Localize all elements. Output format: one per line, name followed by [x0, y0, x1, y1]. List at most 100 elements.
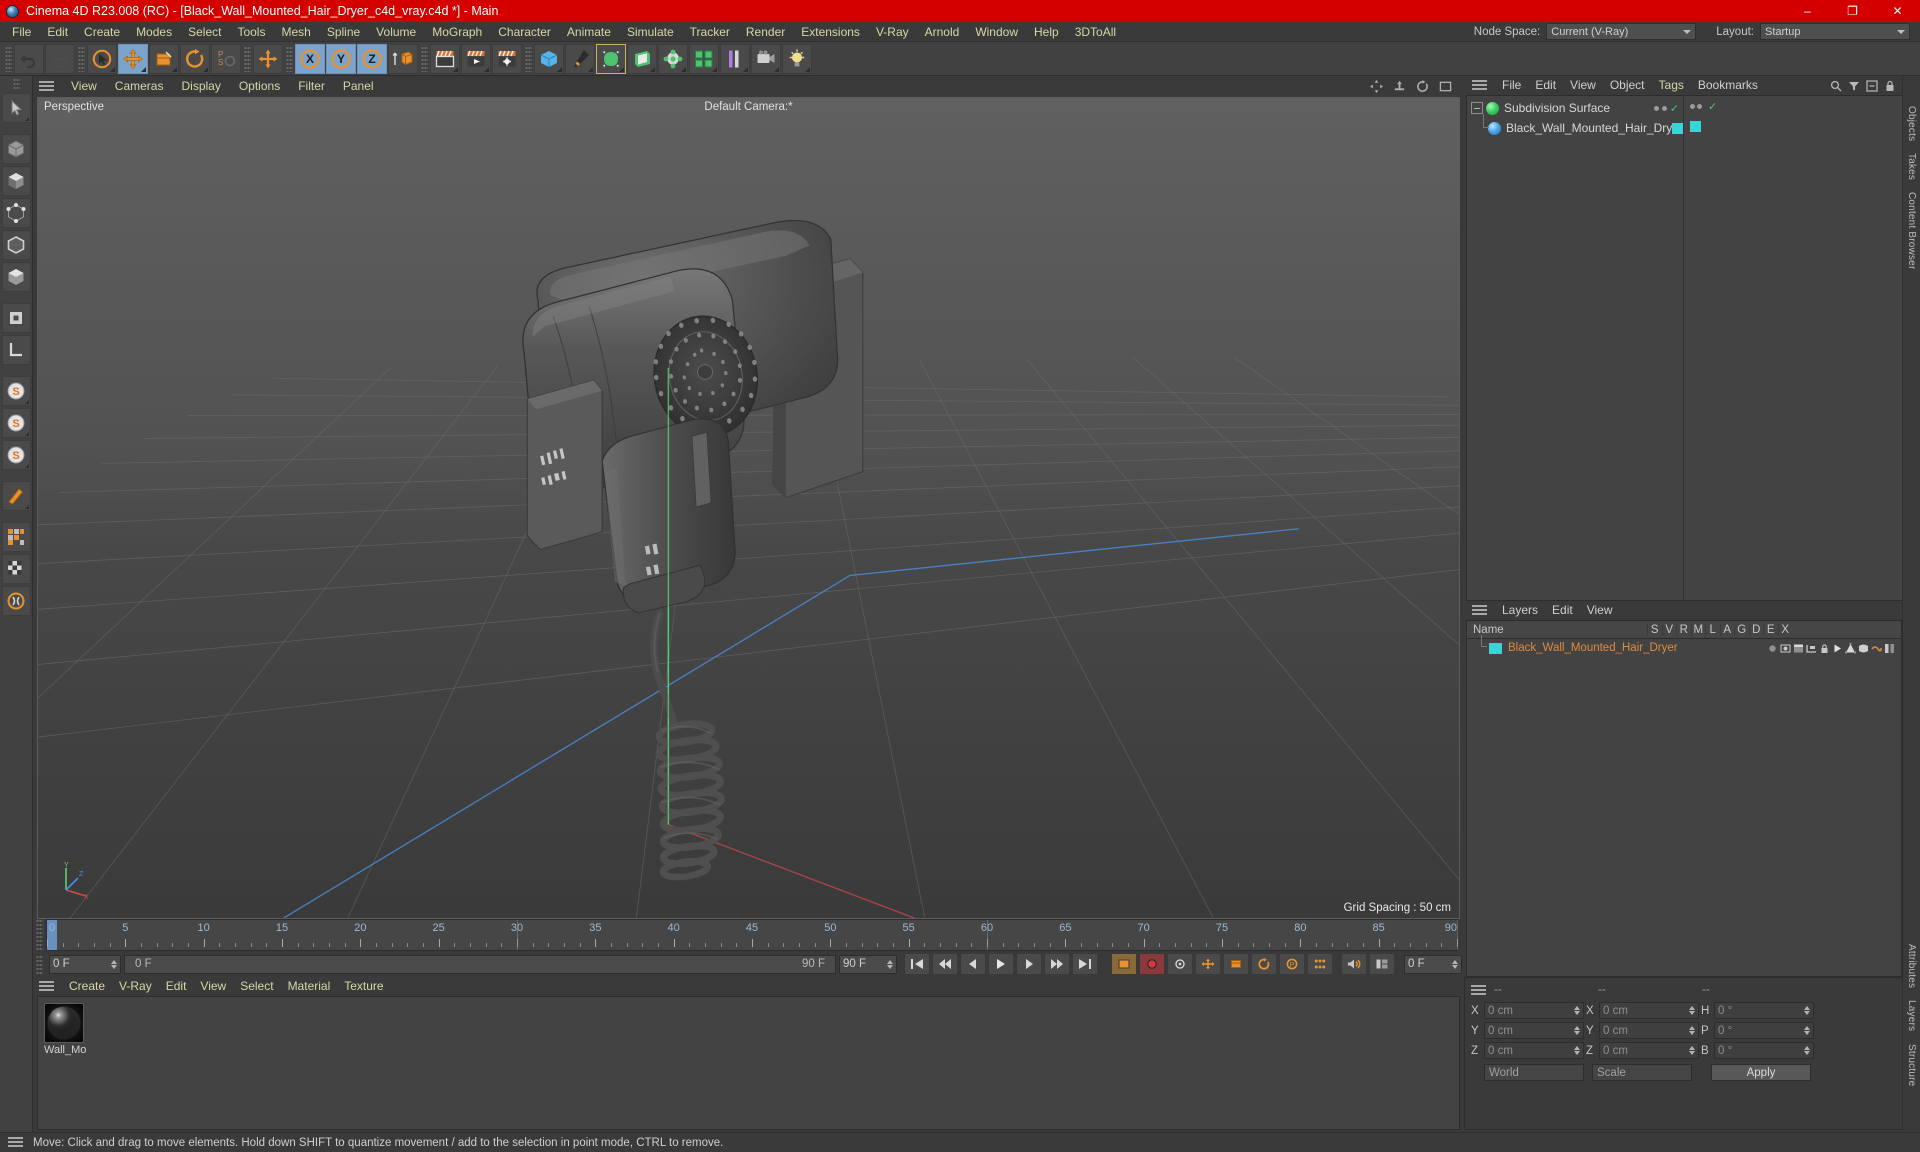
menu-item-tools[interactable]: Tools: [229, 22, 273, 42]
rot-b-spinner[interactable]: [1804, 1046, 1810, 1055]
expressions-toggle-icon[interactable]: [1871, 643, 1882, 654]
viewport-menu-filter[interactable]: Filter: [289, 76, 334, 97]
collapse-icon[interactable]: [1866, 79, 1878, 92]
render-view-button[interactable]: [430, 43, 460, 74]
pla-key-button[interactable]: [1307, 953, 1333, 975]
rot-p-field[interactable]: 0 °: [1714, 1022, 1814, 1039]
world-object-coord-button[interactable]: [388, 43, 418, 74]
coordinate-system-dropdown[interactable]: World: [1484, 1064, 1584, 1081]
viewport-maximize-icon[interactable]: [1439, 80, 1452, 93]
layer-menu-layers[interactable]: Layers: [1495, 601, 1545, 620]
rot-b-field[interactable]: 0 °: [1714, 1042, 1814, 1059]
end-frame-spinner[interactable]: [887, 959, 893, 969]
z-axis-lock-button[interactable]: Z: [357, 43, 387, 74]
material-menu-edit[interactable]: Edit: [159, 977, 194, 996]
material-menu-material[interactable]: Material: [281, 977, 338, 996]
layer-col-r[interactable]: R: [1676, 623, 1691, 636]
layout-dropdown[interactable]: Startup: [1760, 23, 1910, 40]
y-axis-lock-button[interactable]: Y: [326, 43, 356, 74]
menu-item-edit[interactable]: Edit: [39, 22, 76, 42]
world-axis-button[interactable]: [253, 43, 283, 74]
layer-table[interactable]: Name S V R M L A G D E X Black_Wall_Moun…: [1466, 620, 1902, 977]
menu-item-window[interactable]: Window: [967, 22, 1026, 42]
viewport-menu-view[interactable]: View: [62, 76, 106, 97]
rotation-key-button[interactable]: [1251, 953, 1277, 975]
search-icon[interactable]: [1830, 80, 1842, 92]
coordinate-mode-dropdown[interactable]: Scale: [1592, 1064, 1692, 1081]
generators-toggle-icon[interactable]: [1845, 642, 1856, 654]
layer-color-swatch[interactable]: [1489, 642, 1502, 654]
rot-h-field[interactable]: 0 °: [1714, 1002, 1814, 1019]
toolbar-grip[interactable]: [525, 45, 532, 72]
scale-tool-button[interactable]: [149, 43, 179, 74]
cube-primitive-button[interactable]: [534, 43, 564, 74]
layer-col-a[interactable]: A: [1719, 623, 1735, 636]
deformers-toggle-icon[interactable]: [1858, 643, 1869, 654]
visibility-dot-upper-icon[interactable]: [1689, 103, 1695, 109]
layer-row[interactable]: Black_Wall_Mounted_Hair_Dryer: [1467, 635, 1901, 657]
status-menu-icon[interactable]: [8, 1137, 23, 1148]
vtab-takes[interactable]: Takes: [1905, 147, 1918, 186]
viewport-scale-camera-icon[interactable]: [1393, 80, 1406, 93]
render-settings-button[interactable]: [492, 43, 522, 74]
camera-button[interactable]: [751, 43, 781, 74]
menu-item-character[interactable]: Character: [490, 22, 559, 42]
object-row-subdivision-surface[interactable]: Subdivision Surface ✓: [1467, 98, 1683, 118]
node-space-dropdown[interactable]: Current (V-Ray): [1546, 23, 1697, 40]
pos-y-spinner[interactable]: [1574, 1026, 1580, 1035]
material-list[interactable]: Wall_Mo: [37, 996, 1460, 1130]
pos-y-field[interactable]: 0 cm: [1484, 1022, 1584, 1039]
position-key-button[interactable]: [1195, 953, 1221, 975]
size-z-field[interactable]: 0 cm: [1599, 1042, 1699, 1059]
deformer-button[interactable]: [658, 43, 688, 74]
layer-col-v[interactable]: V: [1661, 623, 1677, 636]
enable-axis-button[interactable]: [1, 303, 31, 333]
subdivision-surface-button[interactable]: [596, 43, 626, 74]
current-frame-field[interactable]: 0 F: [49, 954, 121, 974]
material-tag-icon[interactable]: [1671, 122, 1683, 134]
move-tool-button[interactable]: [118, 43, 148, 74]
material-menu-select[interactable]: Select: [233, 977, 280, 996]
object-tree[interactable]: Subdivision Surface ✓ Black_Wall_Mounted…: [1466, 95, 1902, 601]
menu-item-arnold[interactable]: Arnold: [917, 22, 968, 42]
toolbar-grip[interactable]: [244, 45, 251, 72]
vtab-content-browser[interactable]: Content Browser: [1905, 186, 1918, 275]
sound-button[interactable]: [1341, 953, 1367, 975]
keyframe-selection-button[interactable]: [1167, 953, 1193, 975]
vtab-structure[interactable]: Structure: [1905, 1038, 1918, 1092]
layer-col-m[interactable]: M: [1690, 623, 1706, 636]
lock-toggle-icon[interactable]: [1819, 643, 1830, 654]
viewport-menu-panel[interactable]: Panel: [334, 76, 383, 97]
pen-spline-button[interactable]: [565, 43, 595, 74]
select-tool-button[interactable]: [87, 43, 117, 74]
toolbar-grip[interactable]: [78, 45, 85, 72]
vtab-objects[interactable]: Objects: [1905, 100, 1918, 147]
record-active-objects-button[interactable]: [1111, 953, 1137, 975]
object-menu-view[interactable]: View: [1563, 76, 1603, 95]
maximize-button[interactable]: ❐: [1830, 0, 1875, 22]
visible-toggle-icon[interactable]: [1780, 643, 1791, 654]
vtab-layers[interactable]: Layers: [1905, 994, 1918, 1037]
timeline-layout-button[interactable]: [1369, 953, 1395, 975]
selection-s1-button[interactable]: S: [1, 376, 31, 406]
coordinates-menu-icon[interactable]: [1471, 984, 1486, 996]
visibility-dot-upper-icon[interactable]: [1653, 105, 1659, 111]
material-menu-create[interactable]: Create: [62, 977, 112, 996]
mograph-cloner-button[interactable]: [689, 43, 719, 74]
model-mode-button[interactable]: [1, 134, 31, 164]
toolbar-grip[interactable]: [286, 45, 293, 72]
pos-z-field[interactable]: 0 cm: [1484, 1042, 1584, 1059]
edges-mode-button[interactable]: [1, 230, 31, 260]
knife-tool-button[interactable]: [1, 481, 31, 511]
lock-icon[interactable]: [1884, 80, 1896, 92]
right-frame-field[interactable]: 0 F: [1404, 954, 1462, 974]
param-key-button[interactable]: P: [1279, 953, 1305, 975]
object-menu-file[interactable]: File: [1495, 76, 1528, 95]
menu-item-tracker[interactable]: Tracker: [682, 22, 738, 42]
object-menu-edit[interactable]: Edit: [1528, 76, 1563, 95]
layer-col-e[interactable]: E: [1763, 623, 1778, 636]
polygons-mode-button[interactable]: [1, 262, 31, 292]
viewport-move-camera-icon[interactable]: [1370, 80, 1383, 93]
current-frame-spinner[interactable]: [111, 959, 117, 969]
menu-item-file[interactable]: File: [4, 22, 39, 42]
